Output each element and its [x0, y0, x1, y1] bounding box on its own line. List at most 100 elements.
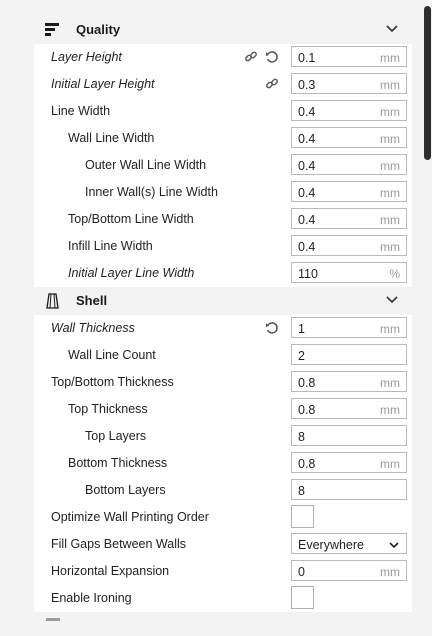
top-bottom-thickness-input[interactable]: 0.8 mm: [291, 371, 407, 392]
setting-label: Top/Bottom Thickness: [51, 375, 174, 389]
setting-label: Infill Line Width: [68, 239, 153, 253]
setting-label: Top/Bottom Line Width: [68, 212, 194, 226]
setting-label: Wall Line Count: [68, 348, 156, 362]
setting-label: Bottom Thickness: [68, 456, 168, 470]
input-value: 0.4: [298, 159, 316, 173]
shell-icon: [44, 293, 62, 309]
horizontal-expansion-input[interactable]: 0 mm: [291, 560, 407, 581]
setting-row-wall-line-count: Wall Line Count 2: [34, 342, 412, 369]
bottom-strip: [0, 613, 432, 636]
top-bottom-line-width-input[interactable]: 0.4 mm: [291, 208, 407, 229]
setting-row-layer-height: Layer Height 0.1 mm: [34, 44, 412, 71]
input-value: 0.4: [298, 213, 316, 227]
setting-label: Bottom Layers: [85, 483, 166, 497]
optimize-wall-printing-order-checkbox[interactable]: [291, 505, 314, 528]
unit-label: mm: [380, 105, 400, 119]
fill-gaps-select[interactable]: Everywhere: [291, 533, 407, 554]
section-header-quality[interactable]: Quality: [34, 16, 412, 44]
inner-wall-line-width-input[interactable]: 0.4 mm: [291, 181, 407, 202]
setting-row-horizontal-expansion: Horizontal Expansion 0 mm: [34, 558, 412, 585]
input-value: 0: [298, 565, 305, 579]
initial-layer-height-input[interactable]: 0.3 mm: [291, 73, 407, 94]
unit-label: mm: [380, 51, 400, 65]
unit-label: %: [389, 267, 400, 281]
wall-line-count-input[interactable]: 2: [291, 344, 407, 365]
wall-thickness-input[interactable]: 1 mm: [291, 317, 407, 338]
scrollbar[interactable]: [424, 6, 431, 160]
unit-label: mm: [380, 565, 400, 579]
setting-label: Inner Wall(s) Line Width: [85, 185, 218, 199]
unit-label: mm: [380, 403, 400, 417]
setting-label: Fill Gaps Between Walls: [51, 537, 186, 551]
wall-line-width-input[interactable]: 0.4 mm: [291, 127, 407, 148]
unit-label: mm: [380, 240, 400, 254]
setting-row-bottom-thickness: Bottom Thickness 0.8 mm: [34, 450, 412, 477]
chevron-down-icon[interactable]: [385, 293, 399, 307]
input-value: 8: [298, 484, 305, 498]
setting-label: Layer Height: [51, 50, 122, 64]
initial-layer-line-width-input[interactable]: 110 %: [291, 262, 407, 283]
setting-row-inner-wall-line-width: Inner Wall(s) Line Width 0.4 mm: [34, 179, 412, 206]
setting-label: Initial Layer Line Width: [68, 266, 195, 280]
unit-label: mm: [380, 186, 400, 200]
enable-ironing-checkbox[interactable]: [291, 586, 314, 609]
quality-icon: [44, 22, 62, 38]
layer-height-input[interactable]: 0.1 mm: [291, 46, 407, 67]
input-value: 0.8: [298, 403, 316, 417]
bottom-layers-input[interactable]: 8: [291, 479, 407, 500]
setting-row-optimize-wall-printing-order: Optimize Wall Printing Order: [34, 504, 412, 531]
section-header-shell[interactable]: Shell: [34, 287, 412, 315]
unit-label: mm: [380, 132, 400, 146]
input-value: 110: [298, 267, 318, 281]
setting-label: Wall Line Width: [68, 131, 155, 145]
setting-row-top-bottom-line-width: Top/Bottom Line Width 0.4 mm: [34, 206, 412, 233]
setting-label: Optimize Wall Printing Order: [51, 510, 209, 524]
setting-label: Top Thickness: [68, 402, 148, 416]
setting-label: Top Layers: [85, 429, 147, 443]
unit-label: mm: [380, 159, 400, 173]
reset-icon[interactable]: [265, 321, 279, 335]
link-icon[interactable]: [265, 77, 279, 91]
section-title-quality: Quality: [76, 22, 121, 37]
input-value: 0.8: [298, 457, 316, 471]
setting-row-wall-thickness: Wall Thickness 1 mm: [34, 315, 412, 342]
setting-row-wall-line-width: Wall Line Width 0.4 mm: [34, 125, 412, 152]
setting-row-top-layers: Top Layers 8: [34, 423, 412, 450]
chevron-down-icon[interactable]: [385, 22, 399, 36]
settings-list: Quality Layer Height 0.1 mm Initial Laye…: [34, 16, 412, 612]
unit-label: mm: [380, 78, 400, 92]
reset-icon[interactable]: [265, 50, 279, 64]
setting-label: Initial Layer Height: [51, 77, 155, 91]
settings-panel: Quality Layer Height 0.1 mm Initial Laye…: [0, 0, 432, 636]
input-value: 0.1: [298, 51, 316, 65]
unit-label: mm: [380, 376, 400, 390]
setting-row-initial-layer-height: Initial Layer Height 0.3 mm: [34, 71, 412, 98]
unit-label: mm: [380, 457, 400, 471]
line-width-input[interactable]: 0.4 mm: [291, 100, 407, 121]
outer-wall-line-width-input[interactable]: 0.4 mm: [291, 154, 407, 175]
section-title-shell: Shell: [76, 293, 108, 308]
setting-row-fill-gaps-between-walls: Fill Gaps Between Walls Everywhere: [34, 531, 412, 558]
input-value: 0.4: [298, 132, 316, 146]
setting-row-line-width: Line Width 0.4 mm: [34, 98, 412, 125]
infill-line-width-input[interactable]: 0.4 mm: [291, 235, 407, 256]
setting-row-top-bottom-thickness: Top/Bottom Thickness 0.8 mm: [34, 369, 412, 396]
setting-row-infill-line-width: Infill Line Width 0.4 mm: [34, 233, 412, 260]
setting-label: Outer Wall Line Width: [85, 158, 207, 172]
chevron-down-icon: [389, 539, 399, 549]
partial-icon: [46, 618, 60, 621]
bottom-thickness-input[interactable]: 0.8 mm: [291, 452, 407, 473]
select-value: Everywhere: [298, 538, 364, 552]
input-value: 1: [298, 322, 305, 336]
setting-row-outer-wall-line-width: Outer Wall Line Width 0.4 mm: [34, 152, 412, 179]
input-value: 0.3: [298, 78, 316, 92]
top-layers-input[interactable]: 8: [291, 425, 407, 446]
input-value: 2: [298, 349, 305, 363]
link-icon[interactable]: [244, 50, 258, 64]
setting-label: Line Width: [51, 104, 111, 118]
top-thickness-input[interactable]: 0.8 mm: [291, 398, 407, 419]
setting-row-initial-layer-line-width: Initial Layer Line Width 110 %: [34, 260, 412, 287]
input-value: 0.4: [298, 186, 316, 200]
input-value: 8: [298, 430, 305, 444]
input-value: 0.4: [298, 105, 316, 119]
